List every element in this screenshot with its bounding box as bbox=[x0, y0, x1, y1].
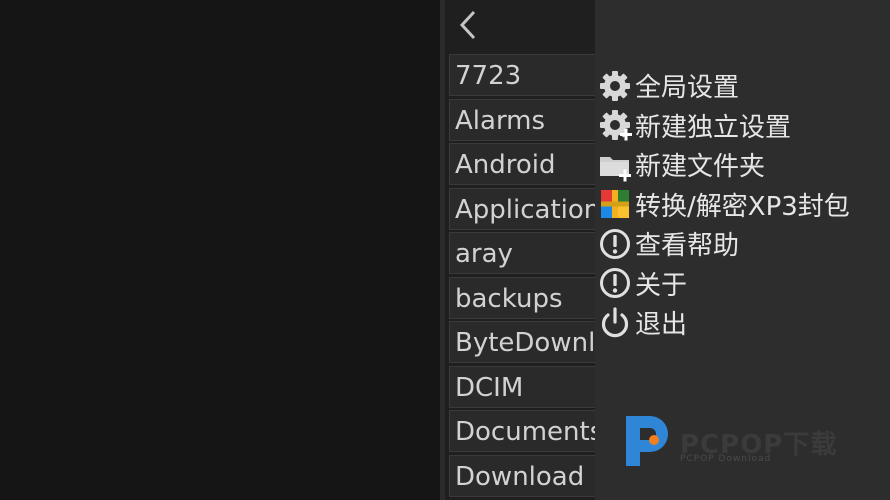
menu-item-global-settings[interactable]: 全局设置 bbox=[597, 66, 850, 106]
package-icon bbox=[597, 186, 633, 222]
menu-list: 全局设置 新建独立设置 新建文件夹 转换/解密XP3封包 查看帮助 关于 退出 bbox=[597, 66, 850, 343]
context-menu-panel: 全局设置 新建独立设置 新建文件夹 转换/解密XP3封包 查看帮助 关于 退出 … bbox=[595, 0, 890, 500]
menu-item-exit[interactable]: 退出 bbox=[597, 303, 850, 343]
watermark-subtitle: PCPOP Download bbox=[680, 454, 772, 464]
folder-add-icon bbox=[597, 147, 633, 183]
file-item-7723[interactable]: 7723 bbox=[449, 54, 595, 96]
file-item-alarms[interactable]: Alarms bbox=[449, 98, 595, 141]
file-item-aray[interactable]: aray bbox=[449, 232, 595, 274]
menu-label: 查看帮助 bbox=[635, 231, 740, 262]
menu-label: 全局设置 bbox=[635, 73, 740, 104]
file-list: 7723 Alarms Android Applications aray ba… bbox=[449, 54, 595, 499]
menu-label: 退出 bbox=[635, 310, 688, 341]
power-icon bbox=[597, 305, 633, 341]
file-browser-panel: 7723 Alarms Android Applications aray ba… bbox=[445, 0, 595, 500]
file-item-applications[interactable]: Applications bbox=[449, 187, 595, 230]
empty-left-pane bbox=[0, 0, 440, 500]
file-item-download[interactable]: Download bbox=[449, 454, 595, 497]
file-item-documents[interactable]: Documents bbox=[449, 410, 595, 452]
menu-item-new-folder[interactable]: 新建文件夹 bbox=[597, 145, 850, 185]
file-item-android[interactable]: Android bbox=[449, 143, 595, 185]
pcpop-logo bbox=[626, 416, 668, 466]
file-item-dcim[interactable]: DCIM bbox=[449, 365, 595, 408]
exclamation-circle-icon bbox=[597, 265, 633, 301]
gear-icon bbox=[597, 68, 633, 104]
menu-label: 关于 bbox=[635, 270, 688, 301]
menu-label: 新建文件夹 bbox=[635, 152, 766, 183]
exclamation-circle-icon bbox=[597, 226, 633, 262]
menu-label: 新建独立设置 bbox=[635, 112, 792, 143]
watermark: PCPOP下载 PCPOP Download bbox=[620, 412, 880, 472]
back-button[interactable] bbox=[457, 8, 487, 44]
file-item-bytedownload[interactable]: ByteDownload bbox=[449, 321, 595, 363]
file-item-backups[interactable]: backups bbox=[449, 276, 595, 319]
gear-add-icon bbox=[597, 107, 633, 143]
menu-item-convert-decrypt-xp3[interactable]: 转换/解密XP3封包 bbox=[597, 185, 850, 225]
menu-label: 转换/解密XP3封包 bbox=[635, 191, 850, 222]
menu-item-view-help[interactable]: 查看帮助 bbox=[597, 224, 850, 264]
menu-item-new-independent-settings[interactable]: 新建独立设置 bbox=[597, 106, 850, 146]
chevron-left-icon bbox=[459, 10, 476, 40]
menu-item-about[interactable]: 关于 bbox=[597, 264, 850, 304]
